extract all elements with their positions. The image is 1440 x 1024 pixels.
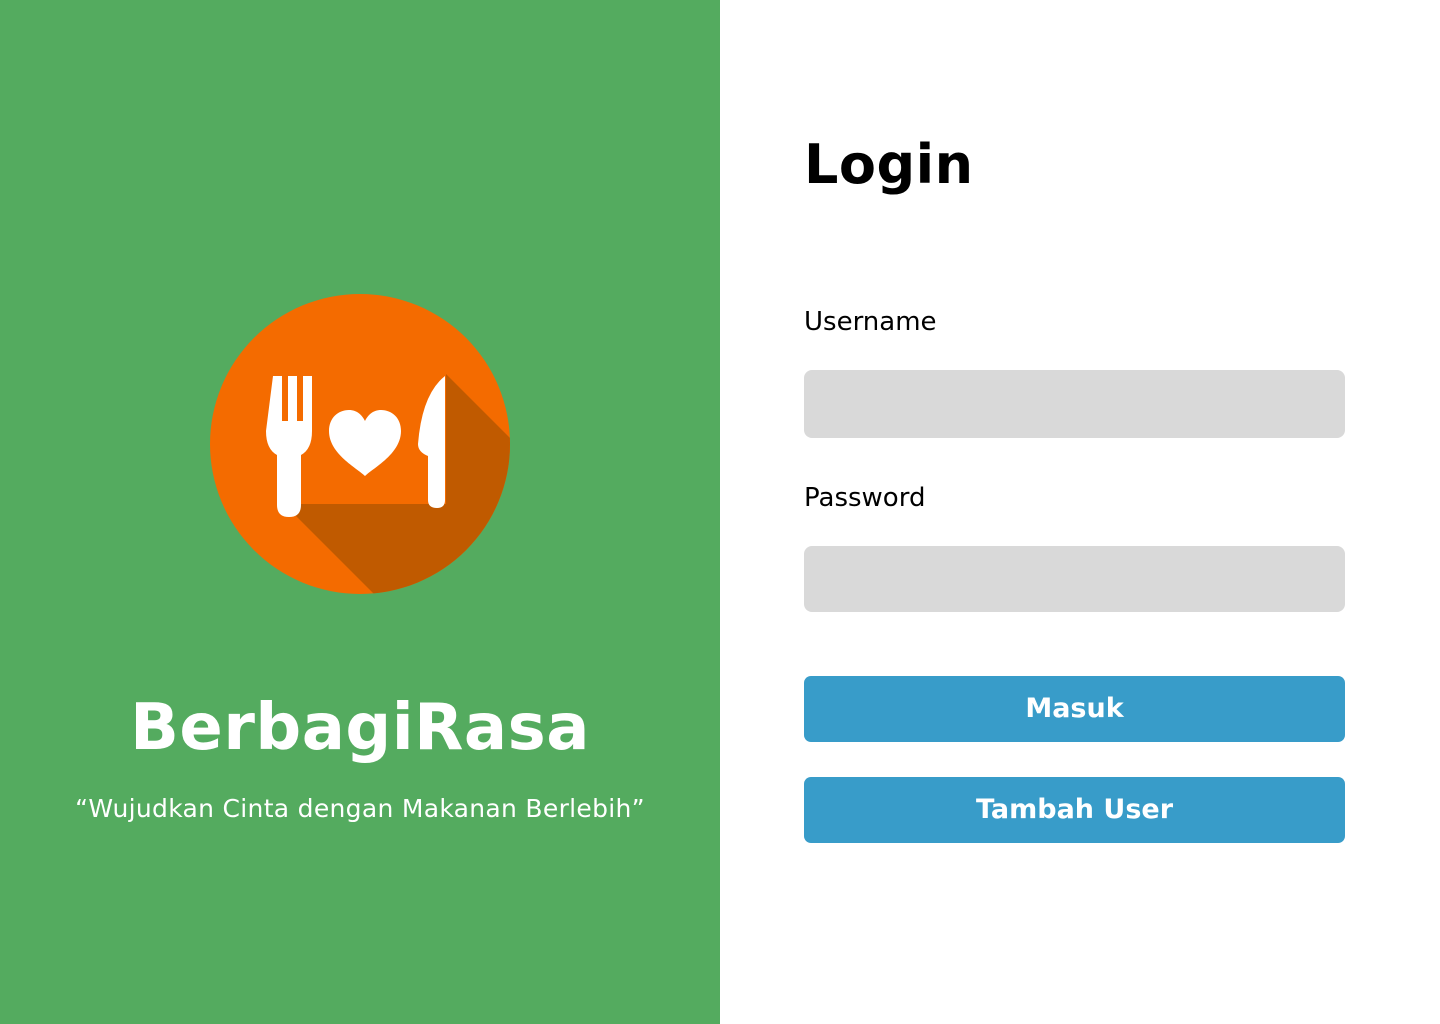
username-field[interactable]	[804, 370, 1345, 438]
add-user-button[interactable]: Tambah User	[804, 777, 1345, 843]
username-label: Username	[804, 307, 937, 337]
login-button[interactable]: Masuk	[804, 676, 1345, 742]
login-page: BerbagiRasa “Wujudkan Cinta dengan Makan…	[0, 0, 1440, 1024]
fork-heart-knife-icon	[210, 294, 510, 594]
password-label: Password	[804, 483, 926, 513]
brand-panel: BerbagiRasa “Wujudkan Cinta dengan Makan…	[0, 0, 720, 1024]
brand-name: BerbagiRasa	[130, 691, 590, 765]
brand-tagline: “Wujudkan Cinta dengan Makanan Berlebih”	[75, 794, 645, 823]
login-panel: Login Username Password Masuk Tambah Use…	[720, 0, 1440, 1024]
page-title: Login	[804, 133, 974, 196]
password-field[interactable]	[804, 546, 1345, 612]
